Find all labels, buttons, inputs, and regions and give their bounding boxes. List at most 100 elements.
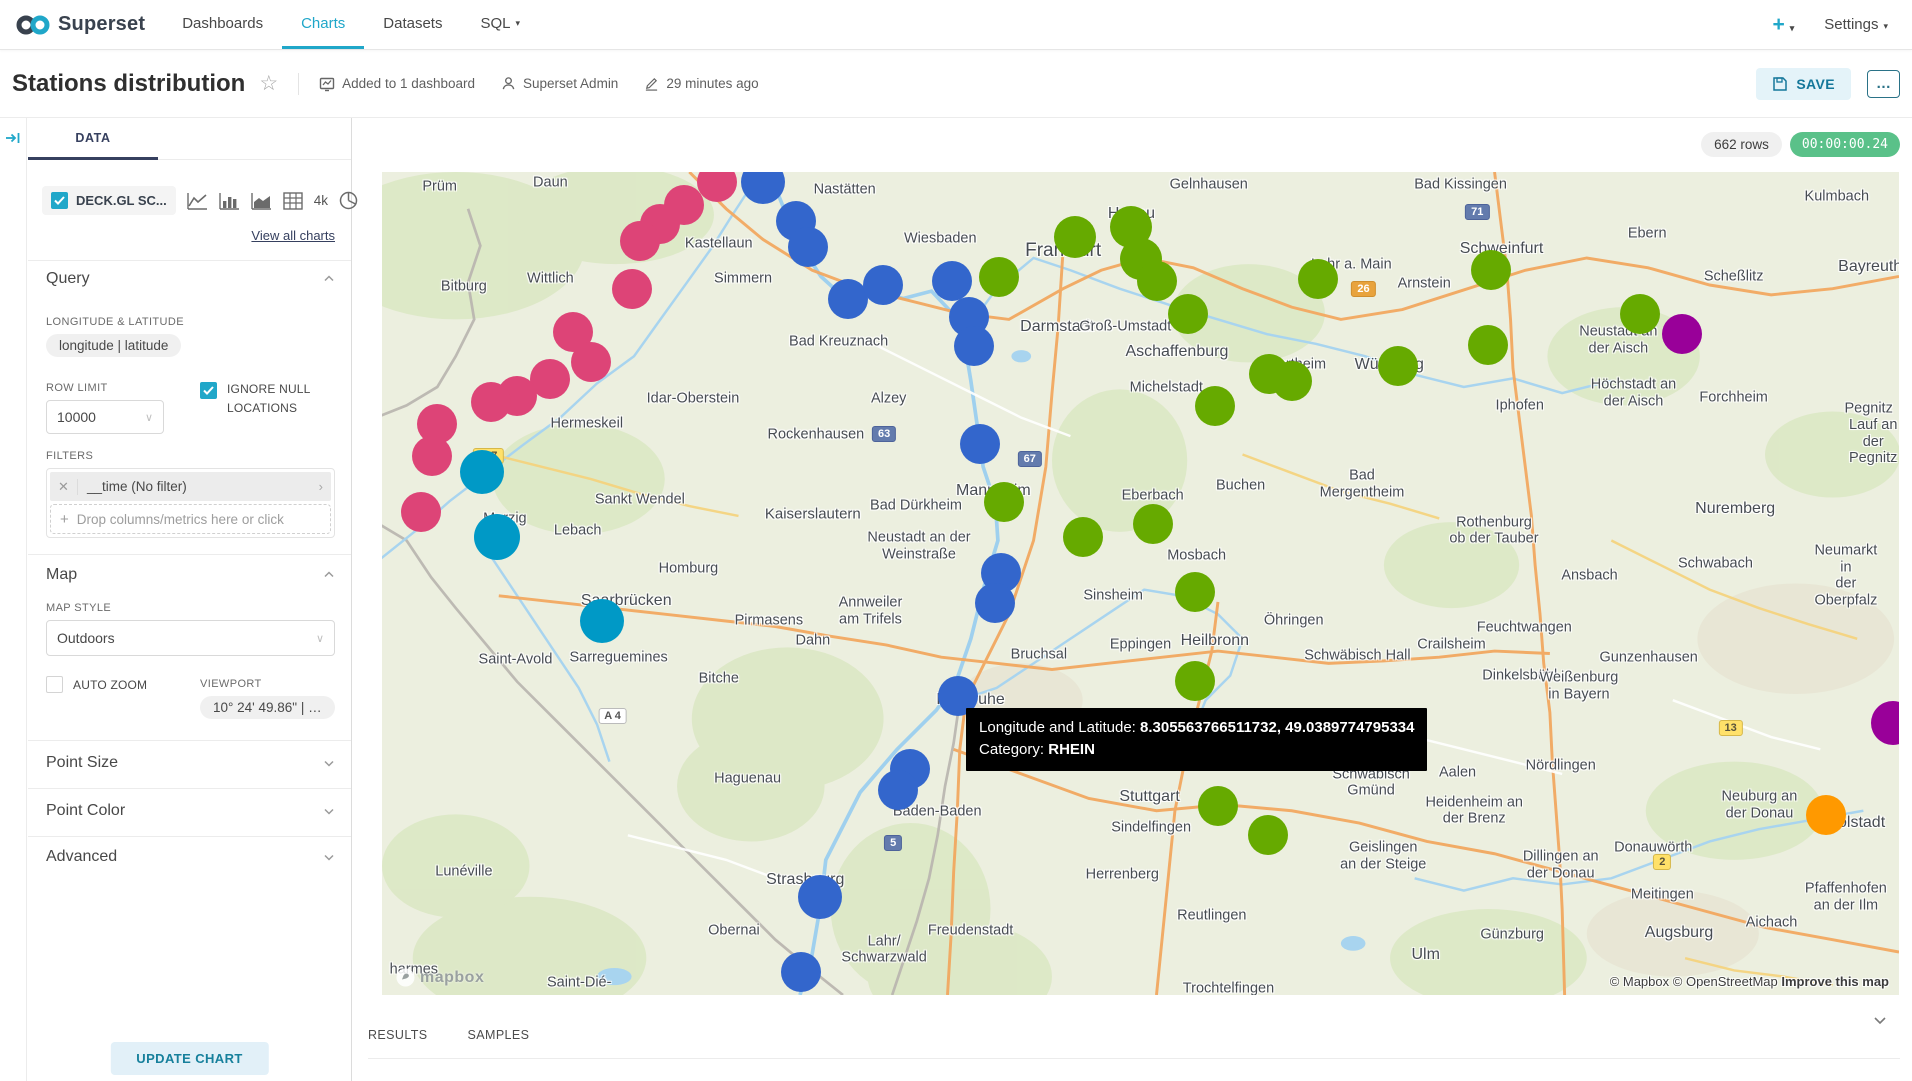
map-point-orange[interactable]	[1806, 795, 1846, 835]
viz-4k-label[interactable]: 4k	[314, 193, 328, 208]
favorite-star-icon[interactable]: ☆	[259, 71, 278, 96]
map-city-label: Höchstadt an der Aisch	[1591, 377, 1676, 410]
map-point-purple[interactable]	[1662, 314, 1702, 354]
map-city-label: Donauwörth	[1614, 839, 1692, 856]
last-modified-badge[interactable]: 29 minutes ago	[644, 76, 758, 91]
map-point-pink[interactable]	[401, 492, 441, 532]
map-point-blue[interactable]	[975, 583, 1015, 623]
map-point-green[interactable]	[1195, 386, 1235, 426]
section-advanced[interactable]: Advanced	[46, 848, 335, 866]
map-point-pink[interactable]	[471, 382, 511, 422]
filter-dropzone[interactable]: + Drop columns/metrics here or click	[50, 504, 331, 534]
map-city-label: Bad Dürkheim	[870, 498, 962, 515]
map-point-blue[interactable]	[863, 265, 903, 305]
nav-sql[interactable]: SQL▾	[461, 0, 539, 49]
nav-dashboards[interactable]: Dashboards	[163, 0, 282, 49]
more-actions-button[interactable]: …	[1867, 70, 1900, 98]
nav-charts[interactable]: Charts	[282, 0, 364, 49]
save-button[interactable]: SAVE	[1756, 68, 1851, 100]
map-style-select[interactable]: Outdoors∨	[46, 620, 335, 656]
map-point-blue[interactable]	[954, 326, 994, 366]
map-point-green[interactable]	[1168, 294, 1208, 334]
improve-map-link[interactable]: Improve this map	[1781, 974, 1889, 989]
map-city-label: Kastellaun	[685, 236, 753, 253]
viewport-value-pill[interactable]: 10° 24' 49.86" | …	[200, 696, 335, 719]
row-limit-select[interactable]: 10000∨	[46, 400, 164, 434]
map-point-blue[interactable]	[798, 875, 842, 919]
map-point-green[interactable]	[1471, 250, 1511, 290]
map-point-pink[interactable]	[412, 436, 452, 476]
map-point-green[interactable]	[1054, 216, 1096, 258]
pie-chart-icon[interactable]	[339, 191, 358, 210]
map-point-blue[interactable]	[960, 424, 1000, 464]
map-point-blue[interactable]	[781, 952, 821, 992]
collapse-results-chevron-icon[interactable]	[1872, 1012, 1888, 1028]
mapbox-attribution-link[interactable]: © Mapbox	[1610, 974, 1669, 989]
bar-chart-icon[interactable]	[219, 192, 240, 210]
ignore-null-checkbox[interactable]: IGNORE NULL LOCATIONS	[200, 380, 340, 418]
filter-chip-time[interactable]: ✕ __time (No filter) ›	[50, 472, 331, 501]
map-city-label: Mosbach	[1167, 547, 1226, 564]
deckgl-scatter-map[interactable]: PrümDaunNastättenGelnhausenBad Kissingen…	[382, 172, 1899, 995]
map-point-green[interactable]	[1378, 346, 1418, 386]
tab-results[interactable]: RESULTS	[368, 1028, 428, 1042]
auto-zoom-checkbox[interactable]: AUTO ZOOM	[46, 676, 147, 695]
map-point-teal[interactable]	[580, 599, 624, 643]
map-point-teal[interactable]	[474, 514, 520, 560]
update-chart-button[interactable]: UPDATE CHART	[110, 1042, 268, 1075]
map-point-blue[interactable]	[932, 261, 972, 301]
map-point-green[interactable]	[1620, 294, 1660, 334]
map-point-green[interactable]	[1175, 661, 1215, 701]
map-point-green[interactable]	[1298, 259, 1338, 299]
chart-header: Stations distribution ☆ Added to 1 dashb…	[0, 50, 1912, 118]
map-point-green[interactable]	[1137, 261, 1177, 301]
tab-data[interactable]: DATA	[28, 118, 158, 160]
settings-menu[interactable]: Settings▾	[1824, 16, 1888, 33]
map-point-green[interactable]	[984, 482, 1024, 522]
map-point-teal[interactable]	[460, 450, 504, 494]
remove-filter-icon[interactable]: ✕	[50, 479, 78, 495]
table-icon[interactable]	[283, 192, 303, 210]
chevron-down-icon: ∨	[316, 632, 324, 645]
section-point-size[interactable]: Point Size	[46, 754, 335, 772]
lonlat-value-pill[interactable]: longitude | latitude	[46, 334, 181, 357]
dashboard-count-badge[interactable]: Added to 1 dashboard	[319, 76, 475, 92]
map-city-label: Gelnhausen	[1170, 177, 1248, 194]
area-chart-icon[interactable]	[251, 192, 272, 210]
viz-type-label: DECK.GL SC...	[76, 193, 167, 208]
map-point-blue[interactable]	[878, 770, 918, 810]
row-count-badge: 662 rows	[1701, 132, 1782, 157]
map-point-green[interactable]	[1063, 517, 1103, 557]
map-city-label: Buchen	[1216, 477, 1265, 494]
map-point-green[interactable]	[1133, 504, 1173, 544]
map-point-green[interactable]	[1175, 572, 1215, 612]
expand-panel-icon[interactable]	[5, 130, 21, 146]
tab-samples[interactable]: SAMPLES	[468, 1028, 530, 1042]
map-point-green[interactable]	[1468, 325, 1508, 365]
mapbox-logo[interactable]: mapbox	[396, 968, 484, 987]
superset-logo[interactable]: Superset	[0, 0, 163, 49]
map-city-label: Reutlingen	[1177, 908, 1246, 925]
nav-datasets[interactable]: Datasets	[364, 0, 461, 49]
map-city-label: Ebern	[1628, 225, 1667, 242]
map-point-pink[interactable]	[612, 269, 652, 309]
map-point-green[interactable]	[979, 257, 1019, 297]
section-map[interactable]: Map	[46, 566, 335, 584]
line-chart-icon[interactable]	[187, 192, 208, 210]
map-point-green[interactable]	[1272, 361, 1312, 401]
map-point-pink[interactable]	[571, 342, 611, 382]
section-point-color[interactable]: Point Color	[46, 802, 335, 820]
owner-badge[interactable]: Superset Admin	[501, 76, 618, 91]
map-city-label: Geislingen an der Steige	[1340, 839, 1426, 872]
osm-attribution-link[interactable]: © OpenStreetMap	[1673, 974, 1778, 989]
section-query[interactable]: Query	[46, 270, 335, 288]
map-point-blue[interactable]	[788, 227, 828, 267]
map-point-green[interactable]	[1248, 815, 1288, 855]
map-city-label: Daun	[533, 174, 568, 191]
new-item-button[interactable]: +▾	[1772, 13, 1794, 37]
view-all-charts-link[interactable]: View all charts	[251, 228, 335, 243]
map-point-green[interactable]	[1198, 786, 1238, 826]
viz-type-selected[interactable]: DECK.GL SC...	[42, 186, 176, 215]
divider	[368, 1058, 1900, 1059]
map-point-pink[interactable]	[620, 221, 660, 261]
